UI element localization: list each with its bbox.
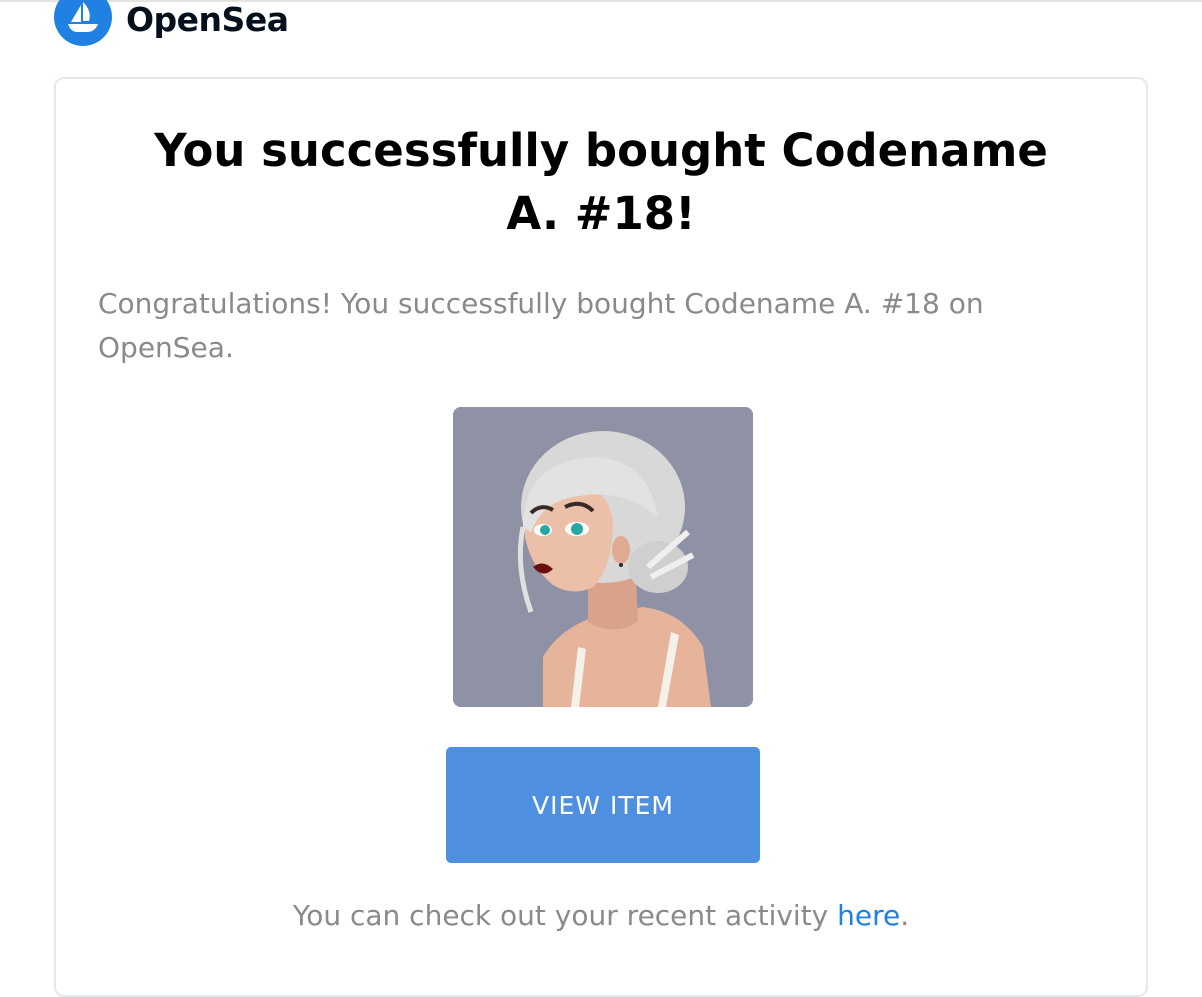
purchase-card: You successfully bought Codename A. #18!… <box>54 77 1148 997</box>
email-header: OpenSea <box>54 0 289 46</box>
activity-period: . <box>900 899 910 932</box>
opensea-logo-icon[interactable] <box>54 0 112 46</box>
activity-text: You can check out your recent activity <box>292 899 838 932</box>
purchase-title: You successfully bought Codename A. #18! <box>154 124 1048 240</box>
nft-image[interactable] <box>453 407 753 707</box>
activity-line: You can check out your recent activity h… <box>96 899 1106 932</box>
here-link[interactable]: here <box>837 899 900 932</box>
purchase-description: Congratulations! You successfully bought… <box>98 287 984 364</box>
view-item-button[interactable]: VIEW ITEM <box>446 747 760 863</box>
portrait-illustration <box>453 407 753 707</box>
brand-name[interactable]: OpenSea <box>126 3 289 36</box>
